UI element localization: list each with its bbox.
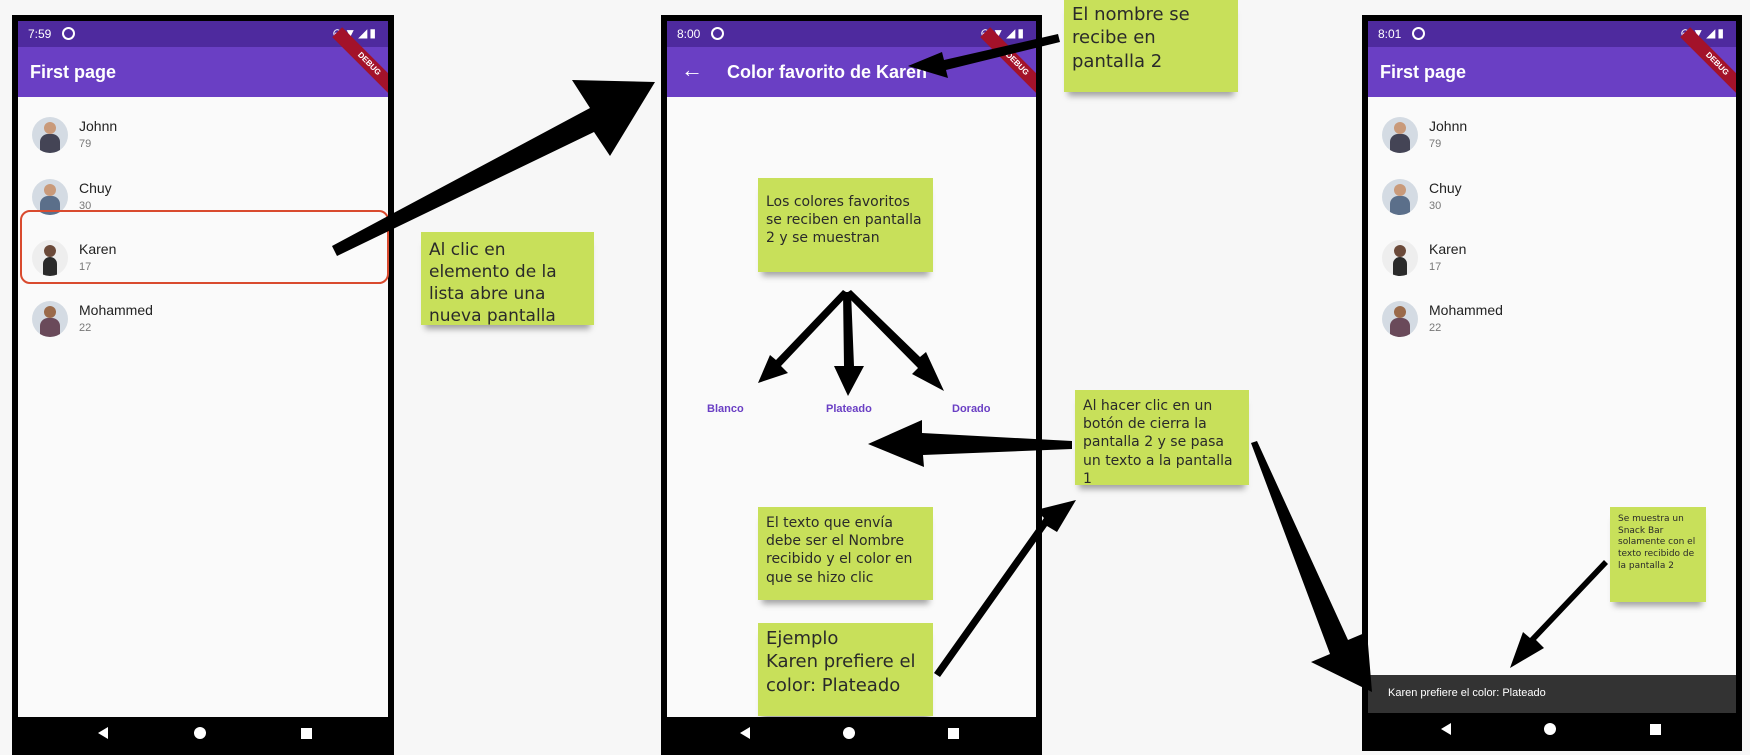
annotation-arrows — [332, 34, 1608, 692]
arrow-colores-right — [845, 290, 944, 391]
arrow-hacer-clic-left — [868, 420, 1072, 467]
arrow-list-to-screen2 — [332, 80, 655, 256]
arrow-ejemplo-up — [934, 500, 1076, 677]
arrow-colores-left — [758, 290, 849, 383]
arrow-note-snackbar — [1510, 560, 1608, 668]
arrow-nombre — [908, 34, 1060, 78]
arrow-to-snackbar — [1251, 441, 1372, 692]
